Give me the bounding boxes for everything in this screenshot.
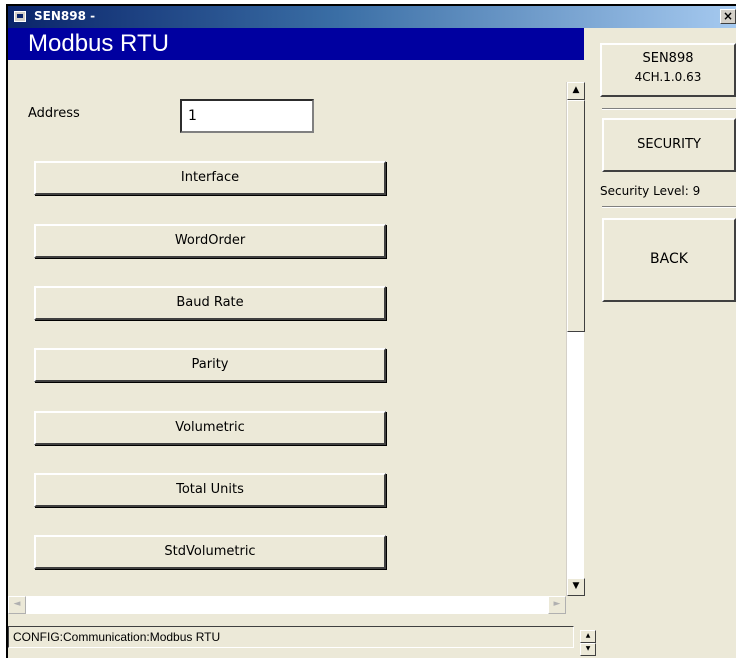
total-units-button[interactable]: Total Units bbox=[34, 473, 386, 507]
right-panel: SEN898 4CH.1.0.63 SECURITY Security Leve… bbox=[598, 28, 736, 658]
title-bar: SEN898 - × bbox=[8, 6, 736, 28]
vertical-scrollbar[interactable]: ▲ ▼ bbox=[566, 82, 585, 596]
close-button[interactable]: × bbox=[720, 9, 736, 24]
panel-title: Modbus RTU bbox=[8, 28, 584, 60]
address-label: Address bbox=[28, 106, 80, 121]
volumetric-button[interactable]: Volumetric bbox=[34, 411, 386, 445]
app-window: SEN898 - × Modbus RTU Address Interface … bbox=[6, 4, 736, 658]
divider bbox=[602, 206, 736, 208]
parity-button[interactable]: Parity bbox=[34, 348, 386, 382]
security-level-label: Security Level: 9 bbox=[600, 184, 701, 198]
security-button[interactable]: SECURITY bbox=[602, 118, 736, 172]
status-spinner[interactable]: ▲ ▼ bbox=[580, 630, 596, 656]
word-order-button[interactable]: WordOrder bbox=[34, 224, 386, 258]
baud-rate-button[interactable]: Baud Rate bbox=[34, 286, 386, 320]
scroll-down-arrow[interactable]: ▼ bbox=[567, 578, 585, 596]
window-title: SEN898 - bbox=[34, 9, 96, 23]
spin-up-icon[interactable]: ▲ bbox=[580, 630, 596, 643]
firmware-version: 4CH.1.0.63 bbox=[634, 70, 702, 84]
spin-down-icon[interactable]: ▼ bbox=[580, 643, 596, 656]
divider bbox=[602, 108, 736, 110]
std-volumetric-button[interactable]: StdVolumetric bbox=[34, 535, 386, 569]
app-icon bbox=[14, 11, 26, 22]
version-button[interactable]: SEN898 4CH.1.0.63 bbox=[600, 43, 736, 97]
scroll-left-arrow[interactable]: ◄ bbox=[8, 596, 26, 614]
status-bar: CONFIG:Communication:Modbus RTU bbox=[8, 626, 574, 648]
back-button[interactable]: BACK bbox=[602, 218, 736, 302]
scroll-right-arrow[interactable]: ► bbox=[548, 596, 566, 614]
scroll-thumb[interactable] bbox=[567, 100, 585, 332]
interface-button[interactable]: Interface bbox=[34, 161, 386, 195]
horizontal-scrollbar[interactable]: ◄ ► bbox=[8, 596, 566, 614]
scroll-up-arrow[interactable]: ▲ bbox=[567, 82, 585, 100]
device-name: SEN898 bbox=[642, 51, 694, 66]
address-input[interactable] bbox=[180, 99, 314, 133]
